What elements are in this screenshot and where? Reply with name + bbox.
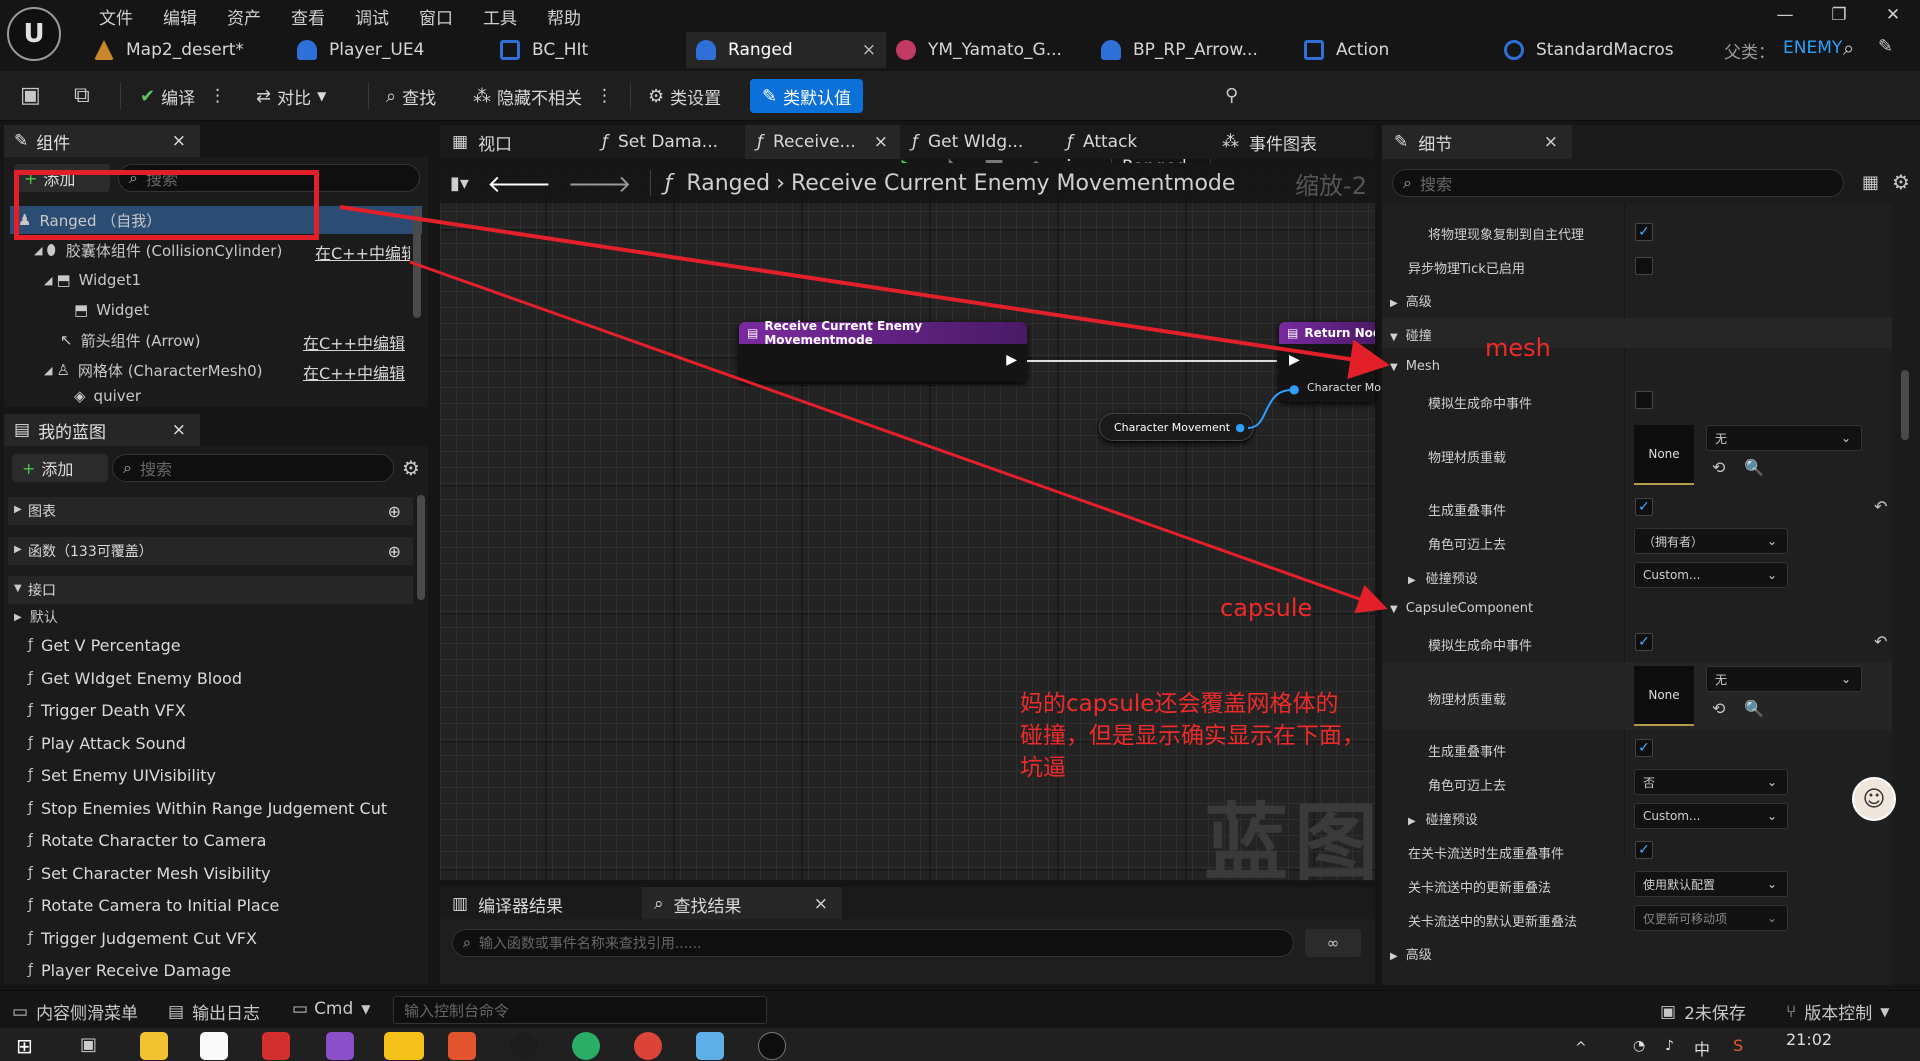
content-drawer-icon: ▭ — [12, 1001, 29, 1022]
source-control-button[interactable]: ⑂ 版本控制 ▼ — [1786, 999, 1889, 1025]
annotation-note: 妈的capsule还会覆盖网格体的 碰撞，但是显示确实显示在下面， 坑逼 — [1020, 691, 1365, 781]
app-active-icon[interactable] — [384, 1032, 424, 1060]
tray-chevron-icon[interactable]: ^ — [1575, 1040, 1587, 1056]
file-explorer-icon[interactable] — [140, 1032, 168, 1060]
save-status-icon: ▣ — [1660, 1001, 1677, 1022]
unsaved-button[interactable]: ▣ 2未保存 — [1660, 999, 1746, 1025]
status-bar: ▭ 内容侧滑菜单 ▤ 输出日志 ▭ Cmd ▼ 输入控制台命令 ▣ 2未保存 ⑂ 版本控制 ▼ — [0, 990, 1920, 1028]
network-icon[interactable]: ◔ — [1633, 1038, 1645, 1054]
console-icon: ▭ — [292, 999, 309, 1019]
typora-icon[interactable] — [200, 1032, 228, 1060]
sogou-icon[interactable]: S — [1733, 1036, 1743, 1055]
visual-studio-icon[interactable] — [326, 1032, 354, 1060]
console-input[interactable]: 输入控制台命令 — [393, 996, 767, 1024]
content-drawer-button[interactable]: ▭ 内容侧滑菜单 — [12, 999, 138, 1025]
wps-icon[interactable] — [262, 1032, 290, 1060]
qq-icon[interactable] — [510, 1032, 538, 1060]
annotation-arrows — [339, 205, 1390, 614]
task-view-icon[interactable]: ▣ — [80, 1034, 97, 1055]
app-blue-icon[interactable] — [696, 1032, 724, 1060]
annotation-capsule: capsule — [1220, 594, 1313, 622]
ime-indicator[interactable]: 中 — [1694, 1036, 1710, 1060]
windows-start-icon[interactable]: ⊞ — [16, 1034, 33, 1058]
app-orange-icon[interactable] — [448, 1032, 476, 1060]
cmd-dropdown[interactable]: ▭ Cmd ▼ — [292, 999, 371, 1019]
chrome-icon[interactable] — [634, 1032, 662, 1060]
chevron-down-icon: ▼ — [361, 1002, 371, 1016]
clock[interactable]: 21:02 — [1786, 1030, 1832, 1049]
annotation-mesh: mesh — [1485, 334, 1551, 362]
wechat-icon[interactable] — [572, 1032, 600, 1060]
unreal-taskbar-icon[interactable] — [758, 1032, 786, 1060]
output-log-button[interactable]: ▤ 输出日志 — [168, 999, 260, 1025]
volume-icon[interactable]: ♪ — [1665, 1038, 1674, 1054]
source-control-icon: ⑂ — [1786, 1001, 1797, 1022]
output-log-icon: ▤ — [168, 1001, 185, 1022]
